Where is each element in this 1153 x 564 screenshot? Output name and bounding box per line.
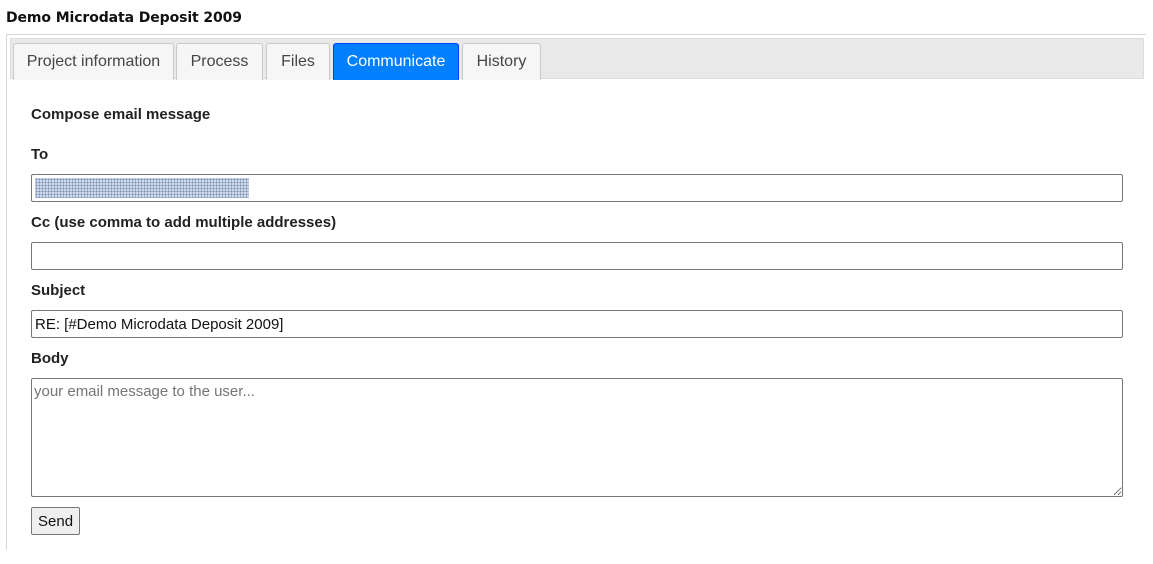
tab-bar: Project information Process Files Commun… — [10, 38, 1144, 80]
tab-project-information[interactable]: Project information — [13, 43, 174, 80]
tab-communicate[interactable]: Communicate — [333, 43, 459, 80]
to-label: To — [31, 146, 49, 163]
send-button[interactable]: Send — [31, 507, 81, 535]
tab-process[interactable]: Process — [176, 43, 263, 80]
frame-top-border — [6, 34, 1146, 35]
to-redacted-address — [35, 178, 249, 198]
body-label: Body — [31, 350, 69, 367]
frame-left-border — [6, 34, 7, 550]
to-field[interactable] — [31, 174, 1123, 202]
cc-label: Cc (use comma to add multiple addresses) — [31, 214, 337, 231]
cc-input[interactable] — [31, 242, 1123, 270]
subject-label: Subject — [31, 282, 86, 299]
subject-input[interactable] — [31, 310, 1123, 338]
tab-history[interactable]: History — [462, 43, 541, 80]
body-textarea[interactable] — [31, 378, 1123, 497]
page-title: Demo Microdata Deposit 2009 — [6, 10, 242, 26]
compose-heading: Compose email message — [31, 106, 211, 123]
tab-files[interactable]: Files — [266, 43, 330, 80]
